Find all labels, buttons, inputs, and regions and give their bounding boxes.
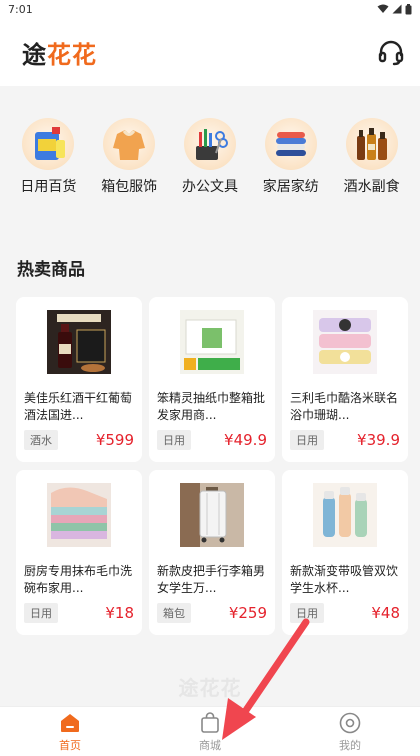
category-label: 箱包服饰	[101, 179, 158, 195]
product-card[interactable]: 新款皮把手行李箱男女学生万... 箱包 ¥259	[149, 470, 275, 635]
tab-mall[interactable]: 商城	[165, 711, 255, 753]
product-name: 三利毛巾酷洛米联名浴巾珊瑚...	[290, 391, 399, 422]
product-card[interactable]: 三利毛巾酷洛米联名浴巾珊瑚... 日用 ¥39.9	[282, 297, 408, 462]
product-footer: 箱包 ¥259	[157, 603, 267, 623]
product-tag: 日用	[24, 603, 58, 623]
product-price: ¥18	[105, 604, 134, 622]
product-tag: 箱包	[157, 603, 191, 623]
logo-part-2: 花花	[47, 39, 97, 69]
product-footer: 酒水 ¥599	[24, 430, 134, 450]
sweater-icon	[103, 118, 156, 170]
bottom-tab-bar: 首页 商城 我的	[0, 706, 420, 756]
app-logo: 途花花	[22, 35, 97, 70]
tab-label: 首页	[59, 738, 81, 752]
product-tag: 日用	[290, 603, 324, 623]
product-name: 美佳乐红酒干红葡萄酒法国进...	[24, 391, 133, 422]
product-name: 笨精灵抽纸巾整箱批发家用商...	[157, 391, 266, 422]
product-card[interactable]: 厨房专用抹布毛巾洗碗布家用... 日用 ¥18	[16, 470, 142, 635]
logo-part-1: 途	[22, 39, 47, 69]
app-header: 途花花	[0, 18, 420, 86]
category-bags-apparel[interactable]: 箱包服饰	[90, 118, 168, 208]
stationery-icon	[183, 118, 236, 170]
product-price: ¥599	[95, 431, 134, 449]
home-icon	[61, 713, 79, 732]
status-icons	[377, 3, 412, 15]
water-bottle-image	[313, 483, 377, 547]
product-name: 新款皮把手行李箱男女学生万...	[157, 564, 266, 595]
shopping-bag-icon	[201, 711, 219, 733]
product-card[interactable]: 笨精灵抽纸巾整箱批发家用商... 日用 ¥49.9	[149, 297, 275, 462]
category-row: 日用百货 箱包服饰 办公文具 家居家纺 酒水副食	[0, 118, 420, 208]
product-grid: 美佳乐红酒干红葡萄酒法国进... 酒水 ¥599 笨精灵抽纸巾整箱批发家用商..…	[16, 297, 408, 635]
tab-profile[interactable]: 我的	[305, 711, 395, 753]
product-price: ¥259	[228, 604, 267, 622]
category-label: 酒水副食	[343, 179, 400, 195]
status-bar: 7:01	[0, 0, 420, 18]
signal-icon	[392, 4, 402, 14]
wine-bottle-image	[47, 310, 111, 374]
footer-watermark-logo: 途花花	[178, 676, 242, 700]
towel-set-image	[313, 310, 377, 374]
product-name: 新款渐变带吸管双饮学生水杯...	[290, 564, 399, 595]
battery-icon	[405, 3, 412, 14]
profile-icon	[339, 712, 361, 733]
tab-home[interactable]: 首页	[25, 711, 115, 753]
category-label: 日用百货	[20, 179, 77, 195]
product-tag: 日用	[290, 430, 324, 450]
product-card[interactable]: 新款渐变带吸管双饮学生水杯... 日用 ¥48	[282, 470, 408, 635]
wifi-icon	[377, 4, 389, 13]
product-price: ¥48	[371, 604, 400, 622]
hot-products-title: 热卖商品	[17, 260, 85, 280]
product-footer: 日用 ¥49.9	[157, 430, 267, 450]
dish-cloth-image	[47, 483, 111, 547]
tissue-box-image	[180, 310, 244, 374]
product-footer: 日用 ¥18	[24, 603, 134, 623]
product-price: ¥39.9	[357, 431, 400, 449]
headset-icon	[378, 40, 404, 66]
towels-icon	[264, 118, 317, 170]
category-daily-goods[interactable]: 日用百货	[9, 118, 87, 208]
product-tag: 酒水	[24, 430, 58, 450]
customer-service-button[interactable]	[376, 37, 406, 67]
product-footer: 日用 ¥48	[290, 603, 400, 623]
status-time: 7:01	[8, 2, 33, 16]
category-liquor-food[interactable]: 酒水副食	[333, 118, 411, 208]
product-card[interactable]: 美佳乐红酒干红葡萄酒法国进... 酒水 ¥599	[16, 297, 142, 462]
detergent-icon	[22, 118, 75, 170]
category-home-textiles[interactable]: 家居家纺	[252, 118, 330, 208]
category-office-stationery[interactable]: 办公文具	[171, 118, 249, 208]
product-tag: 日用	[157, 430, 191, 450]
suitcase-image	[180, 483, 244, 547]
tab-label: 我的	[339, 738, 361, 752]
tab-label: 商城	[199, 738, 221, 752]
category-label: 办公文具	[181, 179, 238, 195]
product-footer: 日用 ¥39.9	[290, 430, 400, 450]
category-label: 家居家纺	[262, 179, 319, 195]
product-price: ¥49.9	[224, 431, 267, 449]
liquor-icon	[345, 118, 398, 170]
product-name: 厨房专用抹布毛巾洗碗布家用...	[24, 564, 133, 595]
